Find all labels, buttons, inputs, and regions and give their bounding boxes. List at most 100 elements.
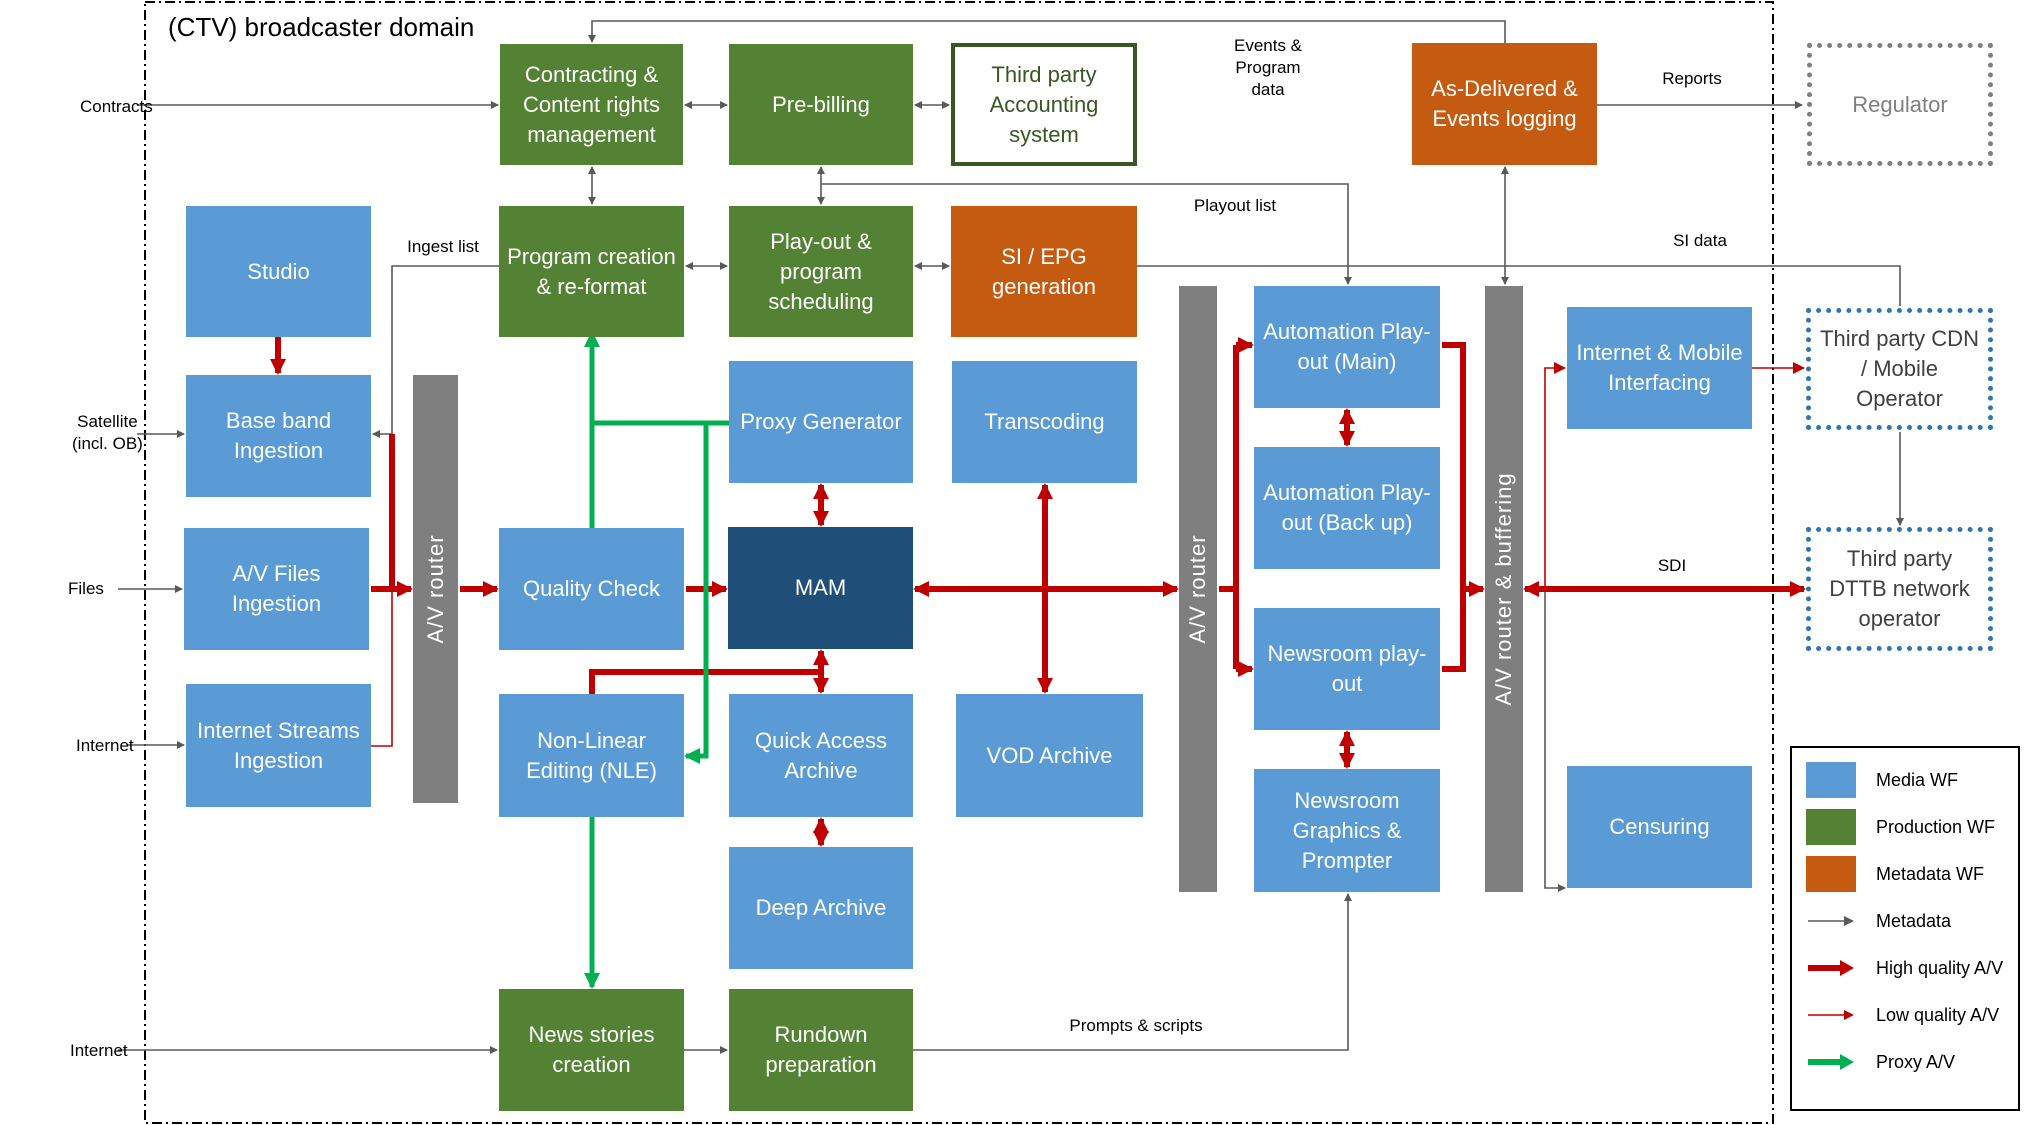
domain-title: (CTV) broadcaster domain [168,12,475,42]
box-playout-sched: Play-out & program scheduling [729,206,913,337]
box-label: Studio [247,258,310,284]
legend-arrow-icon [1808,960,1854,976]
legend-item: Metadata [1806,903,1951,939]
box-label: Pre-billing [772,91,870,117]
box-label: Deep Archive [755,895,887,920]
av-router1: A/V router [413,375,458,803]
label-satellite: Satellite (incl. OB) [72,412,143,453]
label-ingest-list: Ingest list [407,237,479,256]
label-reports: Reports [1662,69,1722,88]
router-label: A/V router & buffering [1491,472,1516,706]
box-label: Newsroom play-out [1267,641,1427,696]
label-contracts: Contracts [80,97,153,116]
box-proxy: Proxy Generator [729,361,913,483]
legend: Media WF Production WF Metadata WF Metadata… [1790,746,2020,1111]
box-dttb: Third party DTTB network operator [1806,527,1993,651]
box-label: MAM [794,575,847,600]
box-label: Quick Access Archive [754,727,888,783]
label-prompts: Prompts & scripts [1069,1016,1203,1035]
legend-swatch [1806,809,1856,845]
box-label: News stories creation [528,1022,655,1077]
label-internet1: Internet [76,736,134,755]
label-sdi: SDI [1657,556,1687,575]
box-news-playout: Newsroom play-out [1254,608,1440,730]
box-contracting: Contracting & Content rights management [500,44,683,165]
label-playout-list: Playout list [1193,196,1277,215]
legend-label: Low quality A/V [1876,1004,2000,1025]
box-label: Rundown preparation [765,1022,877,1077]
box-label: Regulator [1852,91,1948,117]
box-label: Third party CDN / Mobile Operator [1820,326,1979,411]
box-studio: Studio [186,206,371,337]
legend-label: Media WF [1876,769,1959,790]
box-label: Base band Ingestion [225,408,332,463]
box-nle: Non-Linear Editing (NLE) [499,694,684,817]
av-router3: A/V router & buffering [1485,286,1523,892]
line-playout-merge [1442,342,1466,672]
box-program: Program creation & re-format [499,206,684,337]
box-transcoding: Transcoding [952,361,1137,483]
box-news-graphics: Newsroom Graphics & Prompter [1254,769,1440,892]
box-avfiles: A/V Files Ingestion [184,528,369,650]
box-label: Censuring [1609,814,1710,839]
legend-item: Proxy A/V [1806,1044,1955,1080]
box-qc: Quality Check [499,528,684,650]
box-prebilling: Pre-billing [729,44,913,165]
box-quick: Quick Access Archive [729,694,913,817]
router-label: A/V router [1185,534,1210,644]
box-label: Internet & Mobile Interfacing [1576,340,1743,395]
box-auto-main: Automation Play-out (Main) [1254,286,1440,408]
box-label: Automation Play-out (Back up) [1263,480,1431,535]
arrow-censuring [1544,589,1566,892]
box-label: Play-out & program scheduling [768,228,874,314]
arrow-events-to-contracting [588,20,1506,43]
box-cdn: Third party CDN / Mobile Operator [1806,308,1993,430]
box-label: VOD Archive [986,742,1113,768]
legend-arrow-icon [1808,916,1854,926]
legend-swatch [1806,762,1856,798]
box-label: As-Delivered & Events logging [1431,76,1578,131]
av-router2: A/V router [1179,286,1217,892]
legend-arrow-icon [1808,1010,1854,1020]
box-label: Newsroom Graphics & Prompter [1292,787,1402,873]
label-internet2: Internet [70,1041,128,1060]
legend-label: Proxy A/V [1876,1051,1956,1072]
box-label: Contracting & Content rights management [523,61,660,147]
legend-label: Metadata [1876,910,1952,931]
box-vod: VOD Archive [956,694,1143,817]
box-label: Non-Linear Editing (NLE) [526,727,657,783]
legend-item: Low quality A/V [1806,997,1999,1033]
arrow-to-inet-mobile [1544,362,1566,589]
box-asdelivered: As-Delivered & Events logging [1412,43,1597,165]
box-deep: Deep Archive [729,847,913,969]
legend-label: Metadata WF [1876,863,1985,884]
legend-label: High quality A/V [1876,957,2004,978]
box-label: Internet Streams Ingestion [197,717,360,773]
legend-item: Media WF [1806,762,1958,798]
box-label: Automation Play-out (Main) [1263,319,1431,374]
legend-item: Metadata WF [1806,856,1984,892]
box-censuring: Censuring [1567,766,1752,888]
box-si-epg: SI / EPG generation [951,206,1137,337]
box-accounting: Third party Accounting system [951,43,1137,166]
legend-swatch [1806,856,1856,892]
box-label: Proxy Generator [740,409,902,434]
legend-item: High quality A/V [1806,950,2003,986]
router-label: A/V router [422,534,448,644]
label-files: Files [68,579,104,598]
box-news-stories: News stories creation [499,989,684,1111]
box-inet-mobile: Internet & Mobile Interfacing [1567,307,1752,429]
connectors [118,20,1904,1054]
label-si-data: SI data [1673,231,1727,250]
box-mam: MAM [728,527,913,649]
box-label: Third party Accounting system [989,61,1099,147]
box-auto-backup: Automation Play-out (Back up) [1254,447,1440,569]
box-regulator: Regulator [1807,43,1993,166]
legend-item: Production WF [1806,809,1995,845]
label-events-program: Events & Program data [1233,36,1303,99]
legend-arrow-icon [1808,1054,1854,1070]
box-label: A/V Files Ingestion [231,561,322,616]
box-label: Transcoding [984,409,1105,434]
box-label: SI / EPG generation [992,243,1096,299]
box-baseband: Base band Ingestion [186,375,371,497]
